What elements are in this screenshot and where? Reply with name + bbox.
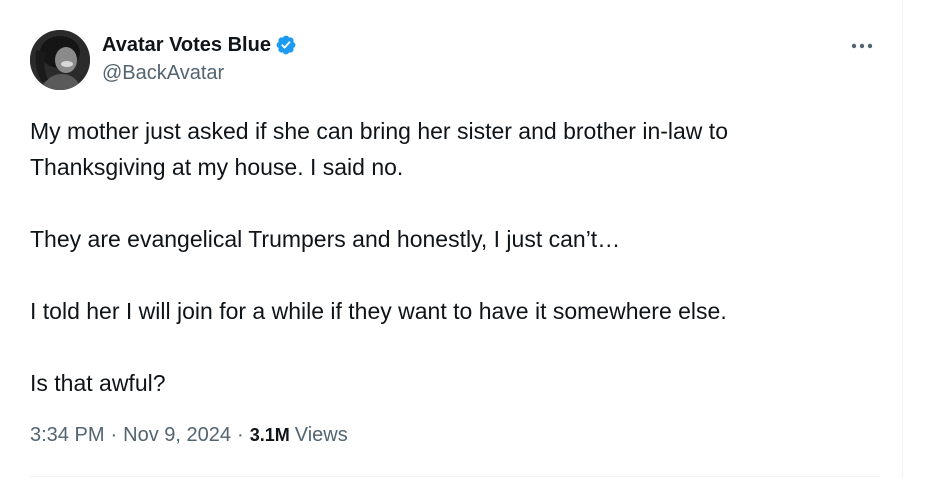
tweet-text-line: My mother just asked if she can bring he… bbox=[30, 118, 728, 144]
tweet-text-line: Thanksgiving at my house. I said no. bbox=[30, 154, 404, 180]
avatar-image bbox=[30, 30, 90, 90]
tweet-date[interactable]: Nov 9, 2024 bbox=[123, 424, 231, 447]
divider bbox=[30, 476, 880, 477]
tweet-text-line: Is that awful? bbox=[30, 370, 166, 396]
tweet-text-line: They are evangelical Trumpers and honest… bbox=[30, 226, 621, 252]
more-options-button[interactable] bbox=[843, 34, 881, 58]
author-name-row: Avatar Votes Blue bbox=[102, 32, 297, 58]
tweet-meta: 3:34 PM · Nov 9, 2024 · 3.1M Views bbox=[30, 424, 348, 447]
meta-separator: · bbox=[237, 424, 244, 446]
views-label: Views bbox=[294, 424, 348, 446]
author-display-name[interactable]: Avatar Votes Blue bbox=[102, 34, 271, 57]
tweet-time[interactable]: 3:34 PM bbox=[30, 424, 104, 447]
avatar[interactable] bbox=[30, 30, 90, 90]
meta-separator: · bbox=[110, 424, 118, 446]
tweet-text-line: I told her I will join for a while if th… bbox=[30, 298, 727, 324]
more-horizontal-icon bbox=[851, 43, 873, 49]
tweet-text: My mother just asked if she can bring he… bbox=[30, 113, 880, 401]
tweet-card: Avatar Votes Blue @BackAvatar My mother … bbox=[0, 0, 903, 478]
views-count[interactable]: 3.1M bbox=[250, 425, 290, 446]
author-handle[interactable]: @BackAvatar bbox=[102, 62, 224, 85]
verified-badge-icon bbox=[275, 34, 297, 56]
